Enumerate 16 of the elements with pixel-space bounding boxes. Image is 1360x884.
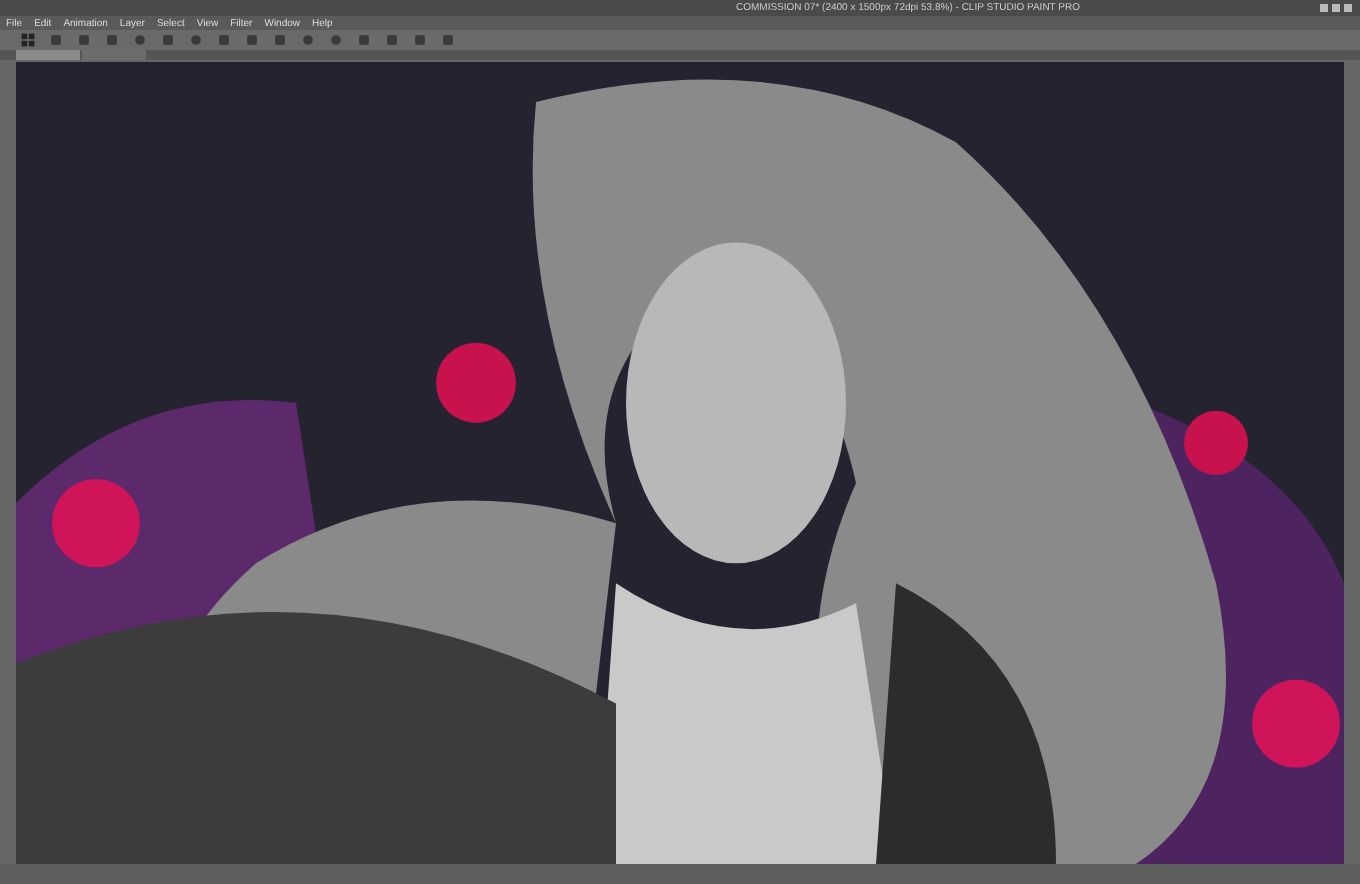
circle-icon[interactable] [132,32,148,48]
square-icon[interactable] [76,32,92,48]
circle-icon[interactable] [300,32,316,48]
square-icon[interactable] [160,32,176,48]
grid-icon[interactable] [20,32,36,48]
square-icon[interactable] [356,32,372,48]
square-icon[interactable] [412,32,428,48]
square-icon[interactable] [384,32,400,48]
square-icon[interactable] [216,32,232,48]
square-icon[interactable] [440,32,456,48]
square-icon[interactable] [272,32,288,48]
square-icon[interactable] [244,32,260,48]
square-icon[interactable] [104,32,120,48]
circle-icon[interactable] [188,32,204,48]
circle-icon[interactable] [328,32,344,48]
square-icon[interactable] [48,32,64,48]
